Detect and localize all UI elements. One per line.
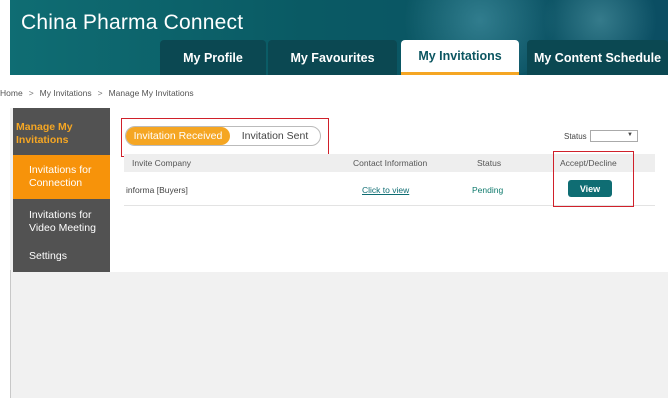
- site-header: China Pharma Connect My Profile My Favou…: [10, 0, 668, 75]
- main-nav: My Profile My Favourites My Invitations …: [10, 40, 668, 75]
- breadcrumb-my-invitations[interactable]: My Invitations: [40, 88, 92, 98]
- cell-company: informa [Buyers]: [126, 185, 188, 195]
- breadcrumb-current: Manage My Invitations: [108, 88, 194, 98]
- sidebar-item-settings[interactable]: Settings: [13, 247, 110, 265]
- breadcrumb-home[interactable]: Home: [0, 88, 23, 98]
- nav-tab-my-favourites[interactable]: My Favourites: [268, 40, 397, 75]
- breadcrumb-separator: >: [28, 88, 34, 98]
- page-border: [10, 270, 11, 398]
- column-header-company: Invite Company: [132, 158, 192, 168]
- breadcrumb-separator: >: [97, 88, 103, 98]
- breadcrumb: Home > My Invitations > Manage My Invita…: [0, 88, 194, 98]
- status-filter-select[interactable]: ▼: [590, 130, 638, 142]
- sidebar-title: Manage My Invitations: [16, 121, 73, 146]
- nav-tab-my-content-schedule[interactable]: My Content Schedule: [527, 40, 668, 75]
- column-header-status: Status: [477, 158, 502, 168]
- status-filter-label: Status: [564, 132, 587, 141]
- chevron-down-icon: ▼: [627, 132, 633, 138]
- site-logo-text[interactable]: China Pharma Connect: [21, 11, 243, 35]
- highlight-box-toggle: [121, 118, 329, 157]
- nav-tab-my-invitations[interactable]: My Invitations: [401, 40, 519, 75]
- status-badge: Pending: [472, 185, 504, 195]
- highlight-box-action: [553, 151, 634, 207]
- column-header-contact: Contact Information: [353, 158, 428, 168]
- sidebar-item-video-meeting[interactable]: Invitations for Video Meeting: [13, 203, 110, 241]
- contact-view-link[interactable]: Click to view: [362, 185, 409, 195]
- sidebar-item-connection[interactable]: Invitations for Connection: [13, 155, 110, 199]
- nav-tab-my-profile[interactable]: My Profile: [160, 40, 266, 75]
